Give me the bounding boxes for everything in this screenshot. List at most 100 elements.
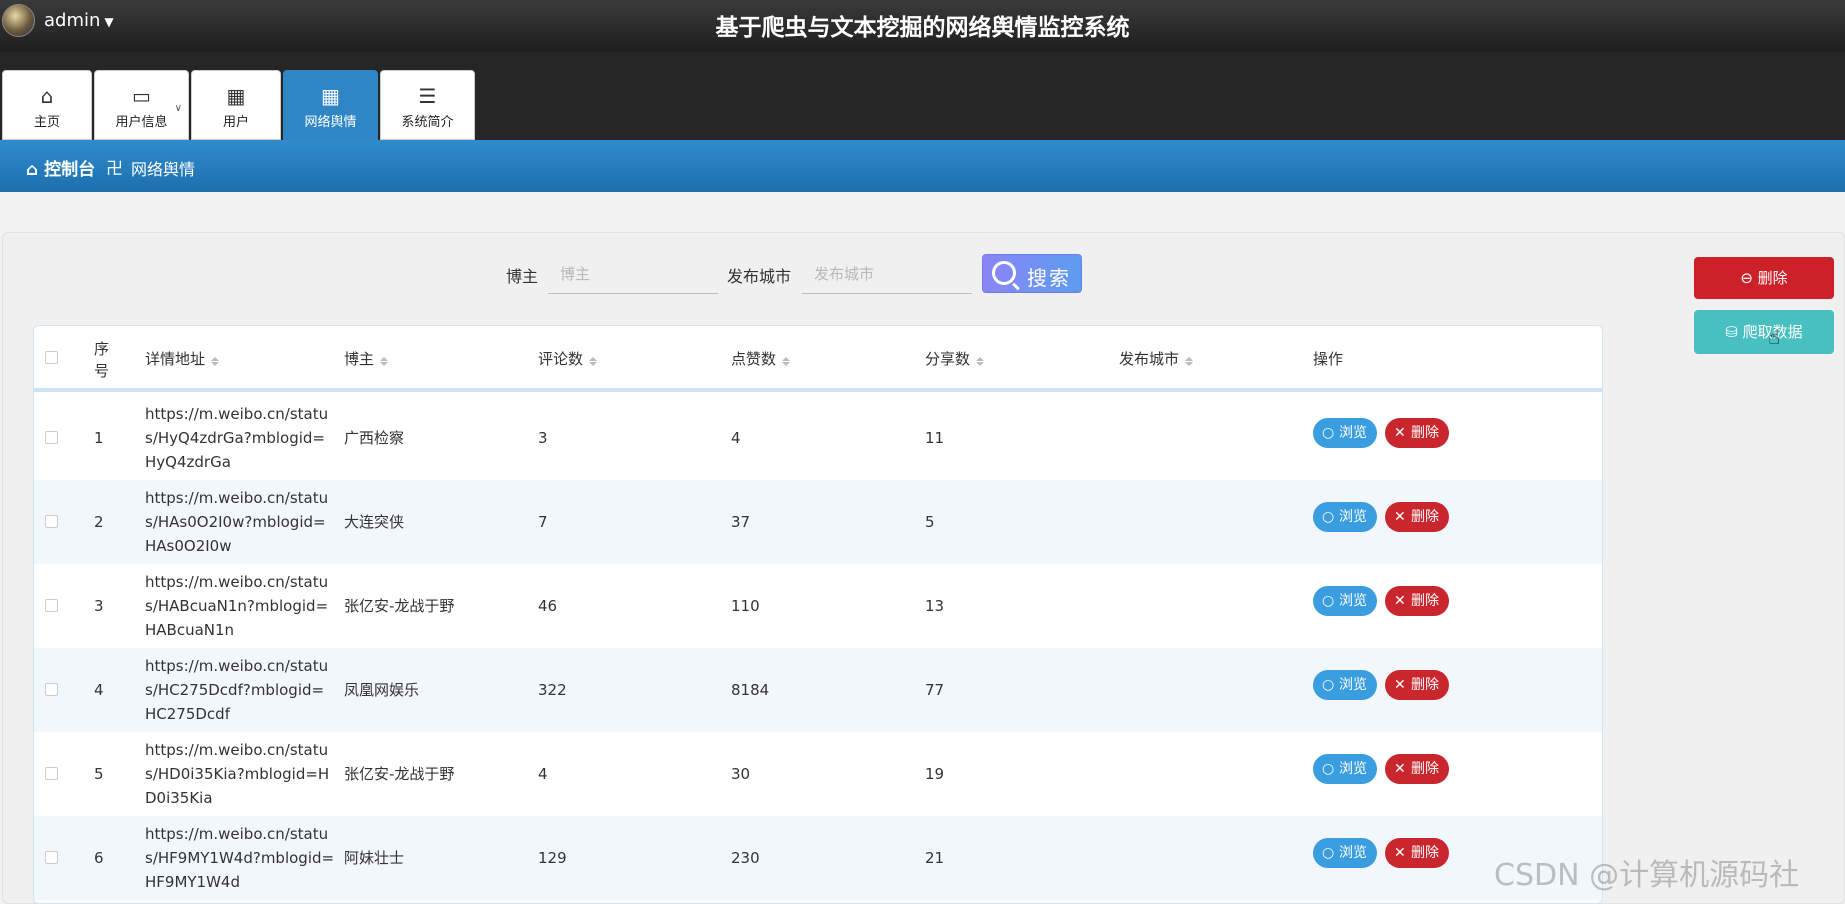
cell-blogger: 张亿安-龙战于野 (344, 597, 455, 615)
delete-label: 删除 (1411, 761, 1439, 777)
batch-delete-button[interactable]: ⊖ 删除 (1694, 257, 1834, 299)
col-comments[interactable]: 评论数 (538, 348, 598, 369)
search-icon (992, 261, 1016, 285)
row-checkbox[interactable] (45, 683, 58, 696)
cell-shares: 13 (925, 597, 945, 615)
col-city[interactable]: 发布城市 (1119, 348, 1194, 369)
search-icon: ○ (1322, 509, 1335, 525)
row-checkbox[interactable] (45, 851, 58, 864)
delete-button[interactable]: ✕ 删除 (1385, 670, 1449, 700)
cell-blogger: 广西检察 (344, 429, 405, 447)
cell-url: https://m.weibo.cn/status/HF9MY1W4d?mblo… (145, 825, 335, 891)
col-shares[interactable]: 分享数 (925, 348, 985, 369)
blogger-input[interactable] (548, 254, 718, 294)
view-label: 浏览 (1339, 845, 1367, 861)
table-row: 3 https://m.weibo.cn/status/HABcuaN1n?mb… (34, 564, 1602, 648)
col-city-label: 发布城市 (1119, 350, 1180, 368)
cell-no: 3 (94, 597, 104, 615)
nav-tab-label: 主页 (33, 115, 60, 130)
nav-tab-user-info[interactable]: ▭ 用户信息 ∨ (94, 70, 189, 140)
row-checkbox[interactable] (45, 767, 58, 780)
cell-comments: 322 (538, 681, 567, 699)
table-row: 5 https://m.weibo.cn/status/HD0i35Kia?mb… (34, 732, 1602, 816)
grid-icon: ▦ (226, 84, 246, 108)
search-icon: ○ (1322, 845, 1335, 861)
col-likes-label: 点赞数 (731, 350, 777, 368)
view-button[interactable]: ○ 浏览 (1313, 754, 1377, 784)
cell-url: https://m.weibo.cn/status/HC275Dcdf?mblo… (145, 657, 329, 723)
col-comments-label: 评论数 (538, 350, 584, 368)
batch-delete-label: 删除 (1757, 269, 1788, 287)
view-label: 浏览 (1339, 761, 1367, 777)
breadcrumb-current: 网络舆情 (131, 160, 196, 179)
search-icon: ○ (1322, 593, 1335, 609)
cell-url: https://m.weibo.cn/status/HD0i35Kia?mblo… (145, 741, 330, 807)
cell-no: 6 (94, 849, 104, 867)
breadcrumb-home[interactable]: ⌂ 控制台 (26, 155, 95, 180)
breadcrumb-home-label: 控制台 (44, 160, 96, 180)
home-icon: ⌂ (40, 84, 54, 108)
cell-comments: 7 (538, 513, 548, 531)
cell-shares: 19 (925, 765, 945, 783)
close-icon: ✕ (1394, 761, 1406, 777)
close-icon: ✕ (1394, 593, 1406, 609)
col-actions: 操作 (1313, 350, 1344, 368)
delete-button[interactable]: ✕ 删除 (1385, 838, 1449, 868)
cell-blogger: 大连突侠 (344, 513, 405, 531)
delete-button[interactable]: ✕ 删除 (1385, 586, 1449, 616)
view-button[interactable]: ○ 浏览 (1313, 418, 1377, 448)
cell-shares: 21 (925, 849, 945, 867)
cell-likes: 8184 (731, 681, 770, 699)
search-button-label: 搜索 (1027, 266, 1071, 290)
search-button[interactable]: 搜索 (982, 254, 1082, 293)
nav-tab-system-intro[interactable]: ☰ 系统简介 (380, 70, 475, 140)
col-url-label: 详情地址 (145, 350, 206, 368)
table-row: 4 https://m.weibo.cn/status/HC275Dcdf?mb… (34, 648, 1602, 732)
system-title: 基于爬虫与文本挖掘的网络舆情监控系统 (715, 15, 1130, 41)
cell-comments: 3 (538, 429, 548, 447)
delete-button[interactable]: ✕ 删除 (1385, 754, 1449, 784)
delete-label: 删除 (1411, 593, 1439, 609)
view-button[interactable]: ○ 浏览 (1313, 838, 1377, 868)
view-button[interactable]: ○ 浏览 (1313, 502, 1377, 532)
cell-likes: 4 (731, 429, 741, 447)
cell-url: https://m.weibo.cn/status/HABcuaN1n?mblo… (145, 573, 329, 639)
nav-tab-label: 系统简介 (401, 115, 454, 130)
view-label: 浏览 (1339, 425, 1367, 441)
cell-no: 4 (94, 681, 104, 699)
data-table: 序号 详情地址 博主 评论数 点赞数 分享数 发布城市 操作 1 https:/… (33, 325, 1603, 904)
crawl-data-button[interactable]: ⛁ 爬取数据 (1694, 310, 1834, 354)
watermark: CSDN @计算机源码社 (1494, 858, 1800, 893)
delete-button[interactable]: ✕ 删除 (1385, 502, 1449, 532)
row-checkbox[interactable] (45, 515, 58, 528)
delete-label: 删除 (1411, 425, 1439, 441)
view-label: 浏览 (1339, 509, 1367, 525)
col-url[interactable]: 详情地址 (145, 348, 220, 369)
cell-no: 5 (94, 765, 104, 783)
row-checkbox[interactable] (45, 599, 58, 612)
chevron-down-icon: ∨ (174, 103, 182, 114)
city-label: 发布城市 (727, 267, 792, 286)
nav-tab-home[interactable]: ⌂ 主页 (2, 70, 92, 140)
delete-button[interactable]: ✕ 删除 (1385, 418, 1449, 448)
cell-likes: 230 (731, 849, 760, 867)
grid-icon: ▦ (321, 84, 340, 108)
cell-blogger: 张亿安-龙战于野 (344, 765, 455, 783)
cell-no: 1 (94, 429, 104, 447)
view-label: 浏览 (1339, 593, 1367, 609)
view-label: 浏览 (1339, 677, 1367, 693)
row-checkbox[interactable] (45, 431, 58, 444)
cell-likes: 30 (731, 765, 751, 783)
cell-comments: 46 (538, 597, 558, 615)
col-blogger[interactable]: 博主 (344, 348, 389, 369)
cell-no: 2 (94, 513, 104, 531)
nav-tab-public-opinion[interactable]: ▦ 网络舆情 (283, 70, 378, 140)
cell-comments: 4 (538, 765, 548, 783)
view-button[interactable]: ○ 浏览 (1313, 586, 1377, 616)
select-all-checkbox[interactable] (45, 351, 58, 364)
nav-tab-users[interactable]: ▦ 用户 (191, 70, 281, 140)
nav-tab-label: 网络舆情 (304, 115, 357, 130)
city-input[interactable] (802, 254, 972, 294)
col-likes[interactable]: 点赞数 (731, 348, 791, 369)
view-button[interactable]: ○ 浏览 (1313, 670, 1377, 700)
